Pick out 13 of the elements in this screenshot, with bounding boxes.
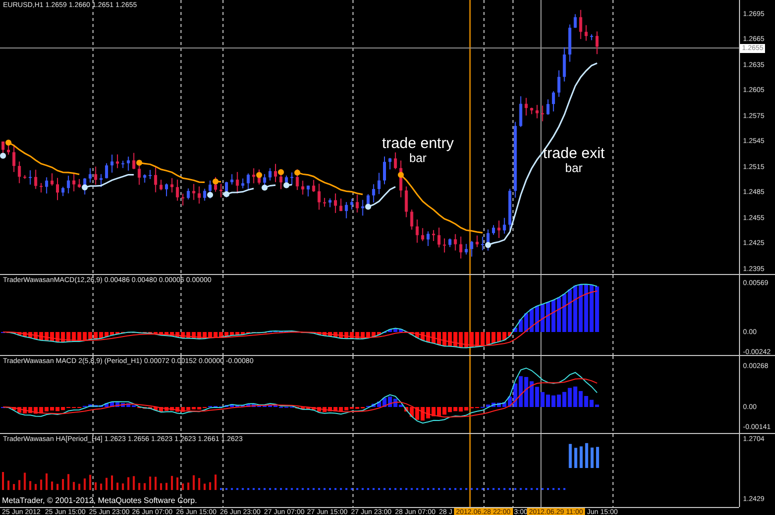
trailing-stop-line [294,170,363,196]
trailing-stop-line [365,186,396,210]
copyright-text: MetaTrader, © 2001-2012, MetaQuotes Software Corp. [2,496,198,506]
trailing-stop-line [223,188,254,198]
annotation-text: trade entry [382,136,454,152]
trailing-stop-line [283,182,292,188]
annotation-text: bar [409,152,427,165]
trailing-stop-line [82,174,134,190]
trailing-stop-line [136,160,205,184]
trailing-stop-line [262,184,276,191]
trailing-stop-line [212,178,222,184]
annotation-text: bar [565,162,583,175]
annotation-text: trade exit [543,146,605,162]
